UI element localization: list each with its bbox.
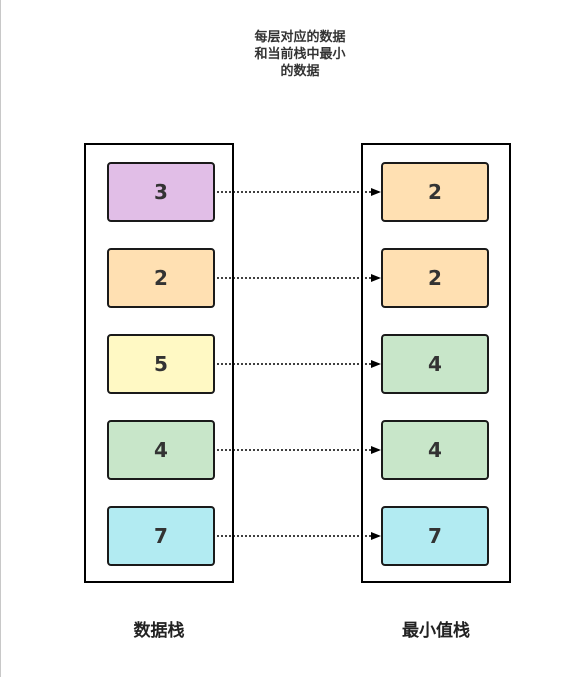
data-stack-label: 数据栈	[133, 621, 185, 641]
min-stack-label: 最小值栈	[402, 621, 470, 641]
mapping-arrows	[217, 188, 381, 540]
